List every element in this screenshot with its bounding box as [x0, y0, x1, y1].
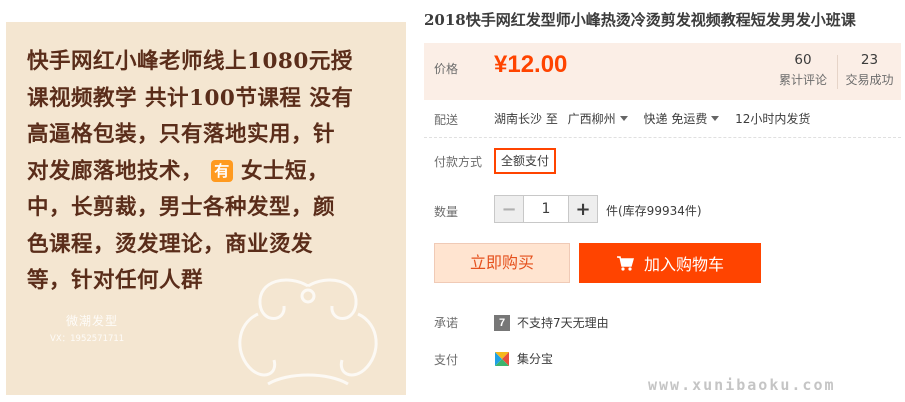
promise-item[interactable]: 7 不支持7天无理由	[494, 314, 609, 331]
chevron-down-icon	[619, 116, 628, 121]
product-title: 2018快手网红发型师小峰热烫冷烫剪发视频教程短发男发小班课	[424, 11, 856, 29]
watermark-contact: VX：1952571711	[50, 334, 125, 344]
ship-method-select[interactable]: 快递 免运费	[644, 112, 732, 126]
payment-option-full[interactable]: 全额支付	[494, 148, 557, 174]
sold-label: 交易成功	[845, 73, 894, 87]
ship-from: 湖南长沙 至	[494, 112, 558, 126]
product-image[interactable]: 快手网红小峰老师线上1080元授 课视频教学 共计100节课程 没有 高逼格包装…	[6, 22, 406, 395]
promo-line: 高逼格包装，只有落地实用，针	[27, 122, 336, 147]
watermark-title: 微潮发型	[66, 314, 119, 328]
sold-stat: 23 交易成功	[838, 52, 901, 88]
chevron-down-icon	[711, 116, 720, 121]
promise-label: 承诺	[434, 316, 459, 330]
section-divider	[424, 137, 901, 138]
promo-line: 对发廊落地技术， 有 女士短，	[27, 154, 387, 191]
site-watermark: www.xunibaoku.com	[648, 376, 836, 394]
promo-line-part: 对发廊落地技术，	[27, 158, 204, 184]
quantity-label: 数量	[434, 205, 459, 219]
seven-day-icon: 7	[494, 314, 510, 331]
stock-text: 件(库存99934件)	[606, 204, 702, 218]
sold-count: 23	[860, 52, 879, 68]
promo-line: 中，长剪裁，男士各种发型，颜	[27, 195, 336, 220]
shipping-label: 配送	[434, 113, 459, 127]
quantity-stepper: − 1 +	[494, 195, 598, 223]
jifenbao-icon	[495, 351, 509, 366]
image-promo-text: 快手网红小峰老师线上1080元授 课视频教学 共计100节课程 没有 高逼格包装…	[27, 44, 387, 300]
promo-line: 课视频教学 共计100节课程 没有	[27, 85, 354, 111]
pay-service-text: 集分宝	[517, 352, 554, 366]
pay-service-label: 支付	[434, 353, 459, 367]
promo-line: 色课程，烫发理论，商业烫发	[27, 231, 314, 257]
pay-service-item[interactable]: 集分宝	[494, 350, 553, 367]
emoji-badge-icon: 有	[211, 159, 234, 182]
ship-to-select[interactable]: 广西柳州	[568, 112, 640, 126]
increment-button[interactable]: +	[569, 196, 597, 222]
review-stat[interactable]: 60 累计评论	[769, 52, 837, 88]
payment-label: 付款方式	[434, 155, 483, 169]
shipping-info: 湖南长沙 至 广西柳州 快递 免运费 12小时内发货	[494, 110, 810, 127]
review-count: 60	[794, 52, 812, 68]
promo-line: 快手网红小峰老师线上1080元授	[27, 49, 353, 74]
promo-line-part: 女士短，	[241, 158, 330, 184]
add-to-cart-label: 加入购物车	[643, 255, 724, 274]
price-label: 价格	[434, 62, 459, 76]
add-to-cart-button[interactable]: 加入购物车	[579, 243, 761, 283]
decrement-button[interactable]: −	[495, 196, 523, 222]
ship-time: 12小时内发货	[735, 112, 811, 126]
quantity-input[interactable]: 1	[523, 196, 569, 222]
price-value: ¥12.00	[494, 51, 568, 78]
price-panel: 价格 ¥12.00 60 累计评论 23 交易成功	[424, 43, 901, 100]
buy-now-button[interactable]: 立即购买	[434, 243, 570, 283]
review-label: 累计评论	[778, 73, 827, 87]
cart-icon	[616, 256, 634, 271]
promo-line: 等，针对任何人群	[27, 268, 204, 293]
ship-method: 快递 免运费	[643, 112, 708, 126]
ship-to: 广西柳州	[567, 112, 616, 126]
promise-text: 不支持7天无理由	[517, 316, 609, 330]
